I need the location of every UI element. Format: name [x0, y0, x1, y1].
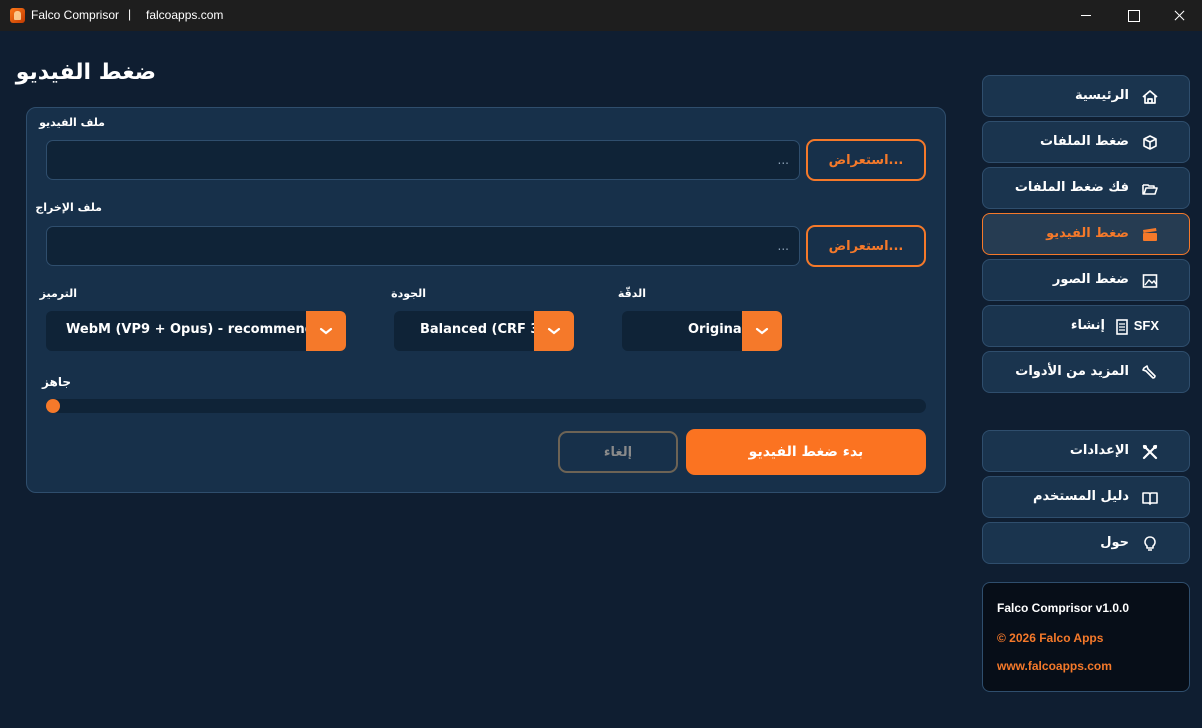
- status-text: جاهز: [42, 375, 71, 389]
- sidebar-item-compress-video[interactable]: ضغط الفيديو: [982, 213, 1190, 255]
- sidebar-item-label: فك ضغط الملفات: [1014, 180, 1129, 195]
- sidebar-item-compress-images[interactable]: ضغط الصور: [982, 259, 1190, 301]
- sidebar-item-compress-files[interactable]: ضغط الملفات: [982, 121, 1190, 163]
- progress-bar: [46, 399, 926, 413]
- chevron-down-icon: [306, 311, 346, 351]
- book-icon: [1142, 492, 1158, 505]
- folder-open-icon: [1142, 184, 1158, 195]
- browse-video-button[interactable]: ...استعراض: [806, 139, 926, 181]
- wrench-icon: [1142, 365, 1156, 379]
- sidebar-item-label: الإعدادات: [1069, 443, 1129, 458]
- sfx-icon: [1116, 319, 1128, 335]
- codec-select[interactable]: WebM (VP9 + Opus) - recommended: [46, 311, 346, 351]
- browse-output-button[interactable]: ...استعراض: [806, 225, 926, 267]
- quality-select[interactable]: Balanced (CRF 32): [394, 311, 574, 351]
- lightbulb-icon: [1144, 536, 1156, 551]
- sidebar-item-label: دليل المستخدم: [1033, 489, 1129, 504]
- start-compress-button[interactable]: بدء ضغط الفيديو: [686, 429, 926, 475]
- sfx-prefix: SFX: [1133, 318, 1159, 333]
- sidebar-item-more-tools[interactable]: المزيد من الأدوات: [982, 351, 1190, 393]
- output-file-input[interactable]: [46, 226, 800, 266]
- title-site: falcoapps.com: [146, 8, 224, 22]
- version-text: Falco Comprisor v1.0.0: [997, 601, 1130, 615]
- sidebar-item-label: ضغط الملفات: [1039, 134, 1129, 149]
- sidebar-item-user-guide[interactable]: دليل المستخدم: [982, 476, 1190, 518]
- sidebar-item-label: ضغط الفيديو: [1046, 226, 1129, 241]
- app-logo-icon: [10, 8, 25, 23]
- sidebar-item-label: إنشاء: [1070, 318, 1105, 333]
- maximize-button[interactable]: [1110, 0, 1156, 31]
- resolution-select[interactable]: Original: [622, 311, 782, 351]
- video-file-input[interactable]: [46, 140, 800, 180]
- output-file-label: ملف الإخراج: [35, 201, 102, 214]
- sidebar-item-settings[interactable]: الإعدادات: [982, 430, 1190, 472]
- title-bar: Falco Comprisor | falcoapps.com: [0, 0, 1202, 31]
- close-button[interactable]: [1156, 0, 1202, 31]
- sidebar-item-label: حول: [1100, 535, 1129, 550]
- resolution-label: الدقّة: [617, 287, 646, 300]
- video-file-label: ملف الفيديو: [39, 116, 105, 129]
- film-icon: [1143, 228, 1157, 241]
- sidebar-item-home[interactable]: الرئيسية: [982, 75, 1190, 117]
- sidebar-item-label: المزيد من الأدوات: [1015, 364, 1129, 379]
- website-link[interactable]: www.falcoapps.com: [997, 659, 1112, 673]
- progress-indicator: [46, 399, 60, 413]
- codec-label: الترميز: [39, 287, 77, 300]
- title-separator: |: [128, 7, 132, 21]
- chevron-down-icon: [742, 311, 782, 351]
- resolution-value: Original: [688, 322, 747, 337]
- minimize-button[interactable]: [1063, 0, 1109, 31]
- settings-tools-icon: [1142, 444, 1158, 460]
- copyright-text: © 2026 Falco Apps: [997, 631, 1104, 645]
- home-icon: [1142, 90, 1158, 104]
- window-title: Falco Comprisor: [31, 8, 120, 22]
- page-title: ضغط الفيديو: [15, 60, 156, 85]
- cancel-button[interactable]: إلغاء: [558, 431, 678, 473]
- chevron-down-icon: [534, 311, 574, 351]
- sidebar-item-label: الرئيسية: [1074, 88, 1129, 103]
- codec-value: WebM (VP9 + Opus) - recommended: [66, 322, 333, 337]
- quality-label: الجودة: [391, 287, 426, 300]
- sidebar-item-label: ضغط الصور: [1052, 272, 1129, 287]
- sidebar-item-create-sfx[interactable]: إنشاء SFX: [982, 305, 1190, 347]
- sidebar-item-extract-files[interactable]: فك ضغط الملفات: [982, 167, 1190, 209]
- app-info-box: Falco Comprisor v1.0.0 © 2026 Falco Apps…: [982, 582, 1190, 692]
- image-icon: [1142, 274, 1158, 288]
- package-icon: [1143, 135, 1157, 150]
- sidebar-item-about[interactable]: حول: [982, 522, 1190, 564]
